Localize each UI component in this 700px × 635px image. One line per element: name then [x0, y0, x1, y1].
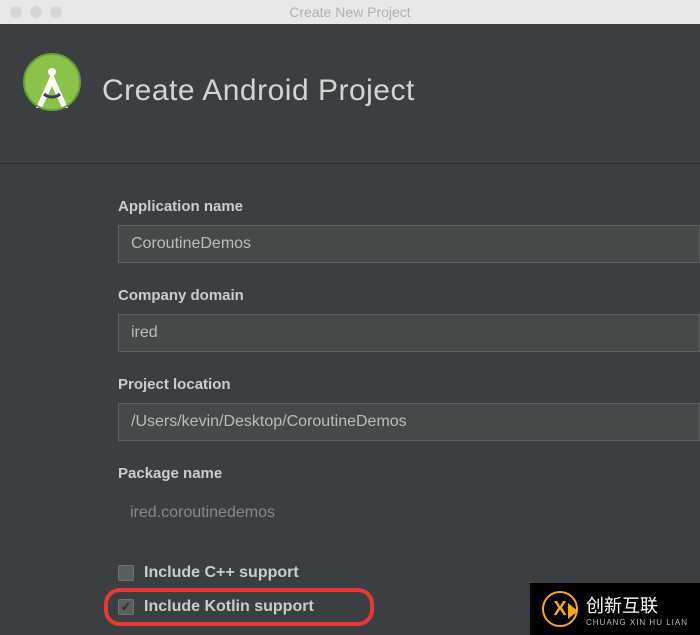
include-kotlin-label: Include Kotlin support — [144, 598, 314, 616]
field-company-domain: Company domain — [118, 287, 700, 352]
include-cpp-checkbox[interactable] — [118, 565, 134, 581]
titlebar: Create New Project — [0, 0, 700, 24]
form-container: Application name Company domain Project … — [0, 164, 700, 626]
window-controls — [0, 6, 62, 18]
highlight-annotation: Include Kotlin support — [104, 588, 374, 626]
wizard-header: Create Android Project — [0, 24, 700, 164]
close-icon[interactable] — [10, 6, 22, 18]
field-app-name: Application name — [118, 198, 700, 263]
include-kotlin-row[interactable]: Include Kotlin support — [118, 598, 314, 616]
package-name-value: ired.coroutinedemos — [118, 492, 700, 522]
app-name-label: Application name — [118, 198, 700, 215]
page-title: Create Android Project — [102, 74, 415, 108]
minimize-icon[interactable] — [30, 6, 42, 18]
android-studio-icon — [22, 52, 82, 129]
watermark-text: 创新互联 — [586, 592, 688, 618]
field-package-name: Package name ired.coroutinedemos — [118, 465, 700, 522]
window-title: Create New Project — [289, 4, 410, 20]
maximize-icon[interactable] — [50, 6, 62, 18]
include-kotlin-checkbox[interactable] — [118, 599, 134, 615]
include-cpp-label: Include C++ support — [144, 564, 299, 582]
project-location-label: Project location — [118, 376, 700, 393]
watermark-subtext: CHUANG XIN HU LIAN — [586, 618, 688, 627]
package-name-label: Package name — [118, 465, 700, 482]
field-project-location: Project location — [118, 376, 700, 441]
app-name-input[interactable] — [118, 225, 700, 263]
project-location-input[interactable] — [118, 403, 700, 441]
company-domain-label: Company domain — [118, 287, 700, 304]
company-domain-input[interactable] — [118, 314, 700, 352]
watermark: X 创新互联 CHUANG XIN HU LIAN — [530, 583, 700, 635]
watermark-logo-icon: X — [542, 591, 578, 627]
